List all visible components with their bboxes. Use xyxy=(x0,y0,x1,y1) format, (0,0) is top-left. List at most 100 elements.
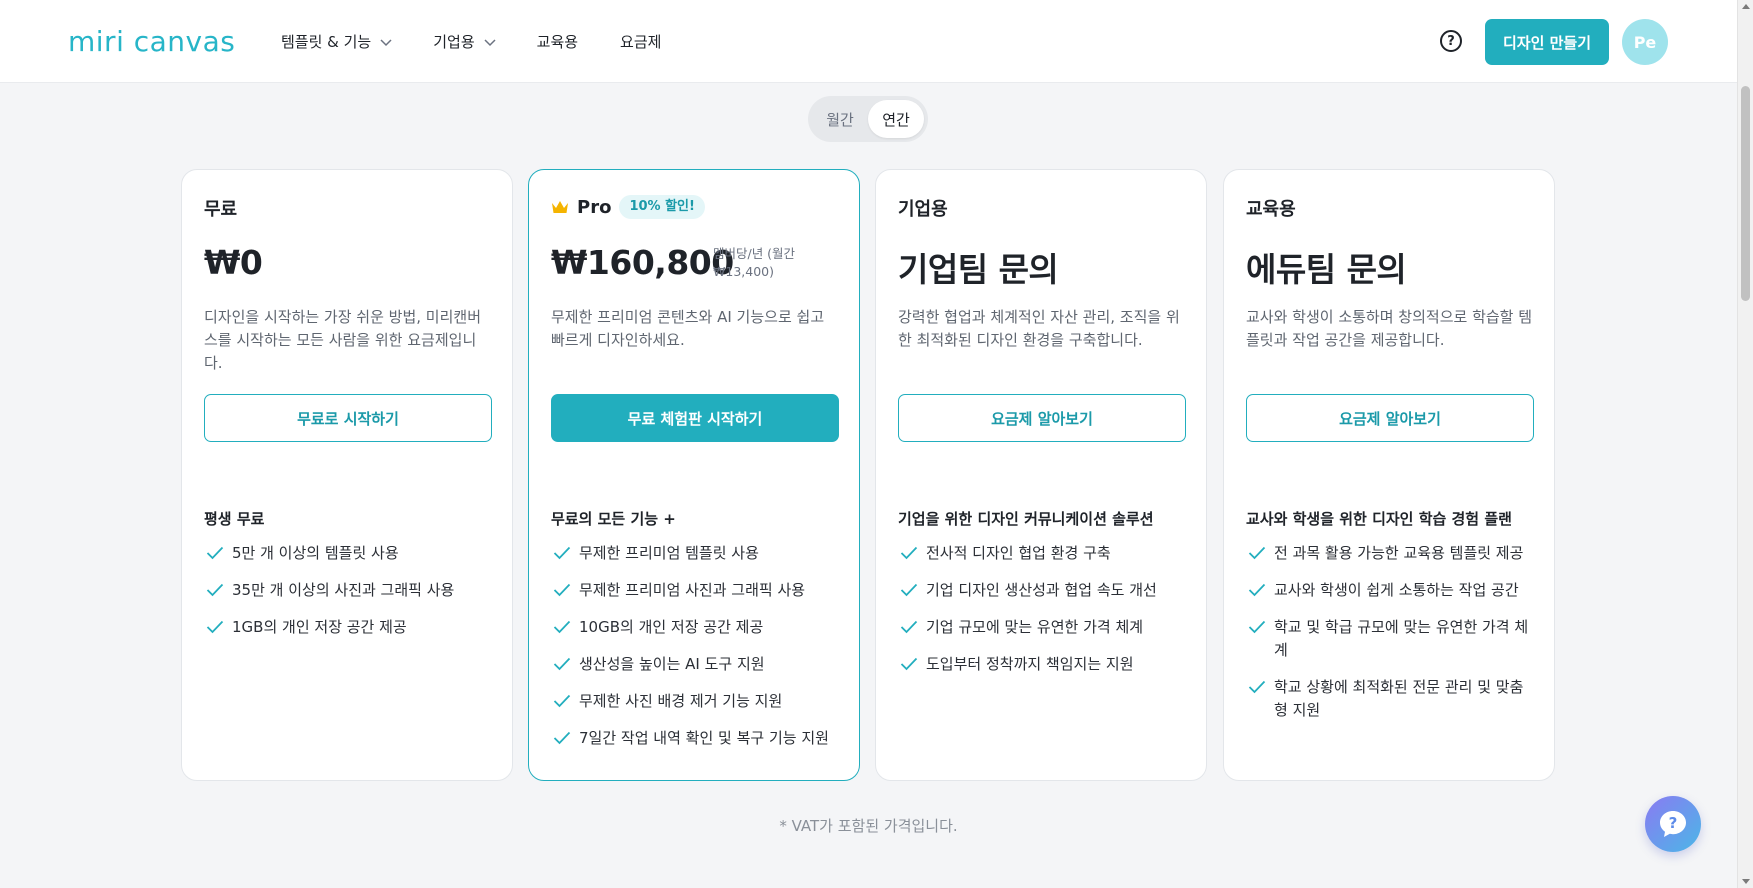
nav-business[interactable]: 기업용 xyxy=(433,0,496,83)
check-icon xyxy=(1248,583,1266,597)
feature-item: 5만 개 이상의 템플릿 사용 xyxy=(204,542,492,565)
plan-card-enterprise: 기업용 기업팀 문의 강력한 협업과 체계적인 자산 관리, 조직을 위한 최적… xyxy=(875,169,1207,781)
plan-name: Pro 10% 할인! xyxy=(551,195,705,219)
feature-text: 학교 상황에 최적화된 전문 관리 및 맞춤형 지원 xyxy=(1274,678,1524,719)
feature-title: 무료의 모든 기능 + xyxy=(551,510,676,528)
start-free-button[interactable]: 무료로 시작하기 xyxy=(204,394,492,442)
feature-item: 무제한 프리미엄 사진과 그래픽 사용 xyxy=(551,579,839,602)
feature-text: 도입부터 정착까지 책임지는 지원 xyxy=(926,655,1134,673)
plan-description: 무제한 프리미엄 콘텐츠와 AI 기능으로 쉽고 빠르게 디자인하세요. xyxy=(551,308,825,349)
feature-text: 생산성을 높이는 AI 도구 지원 xyxy=(579,655,765,673)
avatar[interactable]: Pe xyxy=(1622,19,1668,65)
feature-text: 무제한 프리미엄 템플릿 사용 xyxy=(579,544,759,562)
chevron-down-icon xyxy=(484,38,496,46)
billing-period-toggle: 월간 연간 xyxy=(808,96,928,142)
feature-list: 전사적 디자인 협업 환경 구축 기업 디자인 생산성과 협업 속도 개선 기업… xyxy=(898,542,1186,690)
feature-list: 무제한 프리미엄 템플릿 사용 무제한 프리미엄 사진과 그래픽 사용 10GB… xyxy=(551,542,839,764)
plan-card-free: 무료 ₩0 디자인을 시작하는 가장 쉬운 방법, 미리캔버스를 시작하는 모든… xyxy=(181,169,513,781)
plan-card-education: 교육용 에듀팀 문의 교사와 학생이 소통하며 창의적으로 학습할 템플릿과 작… xyxy=(1223,169,1555,781)
svg-text:?: ? xyxy=(1669,814,1678,832)
check-icon xyxy=(1248,546,1266,560)
chat-help-button[interactable]: ? xyxy=(1645,796,1701,852)
nav-pricing[interactable]: 요금제 xyxy=(620,0,661,83)
page-scrollbar[interactable] xyxy=(1737,0,1753,888)
nav-label: 교육용 xyxy=(536,33,579,51)
start-free-trial-button[interactable]: 무료 체험판 시작하기 xyxy=(551,394,839,442)
feature-item: 1GB의 개인 저장 공간 제공 xyxy=(204,616,492,639)
feature-title: 평생 무료 xyxy=(204,510,265,528)
discount-badge: 10% 할인! xyxy=(619,195,705,219)
feature-text: 교사와 학생이 쉽게 소통하는 작업 공간 xyxy=(1274,581,1519,599)
plan-price: 에듀팀 문의 xyxy=(1246,250,1407,289)
feature-list: 5만 개 이상의 템플릿 사용 35만 개 이상의 사진과 그래픽 사용 1GB… xyxy=(204,542,492,653)
scrollbar-thumb[interactable] xyxy=(1741,86,1750,301)
check-icon xyxy=(553,731,571,745)
check-icon xyxy=(900,657,918,671)
check-icon xyxy=(206,546,224,560)
feature-item: 학교 상황에 최적화된 전문 관리 및 맞춤형 지원 xyxy=(1246,676,1534,722)
vat-note: * VAT가 포함된 가격입니다. xyxy=(779,817,958,835)
feature-item: 35만 개 이상의 사진과 그래픽 사용 xyxy=(204,579,492,602)
feature-text: 7일간 작업 내역 확인 및 복구 기능 지원 xyxy=(579,729,829,747)
feature-title: 교사와 학생을 위한 디자인 학습 경험 플랜 xyxy=(1246,510,1512,528)
check-icon xyxy=(553,546,571,560)
nav-label: 기업용 xyxy=(433,33,475,51)
feature-item: 학교 및 학급 규모에 맞는 유연한 가격 체계 xyxy=(1246,616,1534,662)
feature-text: 35만 개 이상의 사진과 그래픽 사용 xyxy=(232,581,455,599)
plan-description: 교사와 학생이 소통하며 창의적으로 학습할 템플릿과 작업 공간을 제공합니다… xyxy=(1246,308,1533,349)
feature-text: 전 과목 활용 가능한 교육용 템플릿 제공 xyxy=(1274,544,1524,562)
feature-text: 무제한 프리미엄 사진과 그래픽 사용 xyxy=(579,581,806,599)
plan-name-text: 교육용 xyxy=(1246,199,1296,220)
feature-item: 무제한 사진 배경 제거 기능 지원 xyxy=(551,690,839,713)
plan-description: 디자인을 시작하는 가장 쉬운 방법, 미리캔버스를 시작하는 모든 사람을 위… xyxy=(204,308,482,372)
toggle-yearly[interactable]: 연간 xyxy=(868,100,924,138)
main-nav: 템플릿 & 기능 기업용 교육용 요금제 xyxy=(281,0,701,83)
plan-price: 기업팀 문의 xyxy=(898,250,1059,289)
feature-item: 생산성을 높이는 AI 도구 지원 xyxy=(551,653,839,676)
plan-description: 강력한 협업과 체계적인 자산 관리, 조직을 위한 최적화된 디자인 환경을 … xyxy=(898,308,1180,349)
check-icon xyxy=(553,657,571,671)
nav-education[interactable]: 교육용 xyxy=(537,0,578,83)
scroll-up-arrow-icon[interactable] xyxy=(1742,4,1750,9)
feature-item: 도입부터 정착까지 책임지는 지원 xyxy=(898,653,1186,676)
check-icon xyxy=(900,620,918,634)
crown-icon xyxy=(552,201,568,213)
nav-templates-features[interactable]: 템플릿 & 기능 xyxy=(281,0,393,83)
feature-item: 10GB의 개인 저장 공간 제공 xyxy=(551,616,839,639)
top-header: miri canvas 템플릿 & 기능 기업용 교육용 요금제 ? 디자인 만… xyxy=(0,0,1737,83)
check-icon xyxy=(553,694,571,708)
feature-text: 무제한 사진 배경 제거 기능 지원 xyxy=(579,692,783,710)
check-icon xyxy=(553,620,571,634)
miricanvas-logo[interactable]: miri canvas xyxy=(68,24,235,60)
feature-item: 7일간 작업 내역 확인 및 복구 기능 지원 xyxy=(551,727,839,750)
scroll-down-arrow-icon[interactable] xyxy=(1742,879,1750,884)
toggle-monthly[interactable]: 월간 xyxy=(812,100,868,138)
check-icon xyxy=(553,583,571,597)
plan-price: ₩160,800 xyxy=(551,243,734,282)
feature-item: 전사적 디자인 협업 환경 구축 xyxy=(898,542,1186,565)
plan-name: 무료 xyxy=(204,195,237,221)
create-design-button[interactable]: 디자인 만들기 xyxy=(1485,19,1609,65)
feature-item: 무제한 프리미엄 템플릿 사용 xyxy=(551,542,839,565)
feature-text: 전사적 디자인 협업 환경 구축 xyxy=(926,544,1111,562)
feature-item: 교사와 학생이 쉽게 소통하는 작업 공간 xyxy=(1246,579,1534,602)
feature-item: 전 과목 활용 가능한 교육용 템플릿 제공 xyxy=(1246,542,1534,565)
plan-name: 기업용 xyxy=(898,195,948,221)
chevron-down-icon xyxy=(380,38,392,46)
nav-label: 요금제 xyxy=(620,33,662,51)
feature-text: 1GB의 개인 저장 공간 제공 xyxy=(232,618,407,636)
check-icon xyxy=(206,620,224,634)
plan-name-text: 기업용 xyxy=(898,199,948,220)
chat-question-icon: ? xyxy=(1660,811,1686,837)
plan-name-text: 무료 xyxy=(204,199,238,220)
question-circle-icon[interactable]: ? xyxy=(1440,30,1462,52)
view-education-plan-button[interactable]: 요금제 알아보기 xyxy=(1246,394,1534,442)
price-note: 멤버당/년 (월간 ₩13,400) xyxy=(713,246,796,279)
feature-item: 기업 디자인 생산성과 협업 속도 개선 xyxy=(898,579,1186,602)
feature-text: 학교 및 학급 규모에 맞는 유연한 가격 체계 xyxy=(1274,618,1529,659)
feature-item: 기업 규모에 맞는 유연한 가격 체계 xyxy=(898,616,1186,639)
check-icon xyxy=(206,583,224,597)
view-enterprise-plan-button[interactable]: 요금제 알아보기 xyxy=(898,394,1186,442)
check-icon xyxy=(900,546,918,560)
check-icon xyxy=(900,583,918,597)
